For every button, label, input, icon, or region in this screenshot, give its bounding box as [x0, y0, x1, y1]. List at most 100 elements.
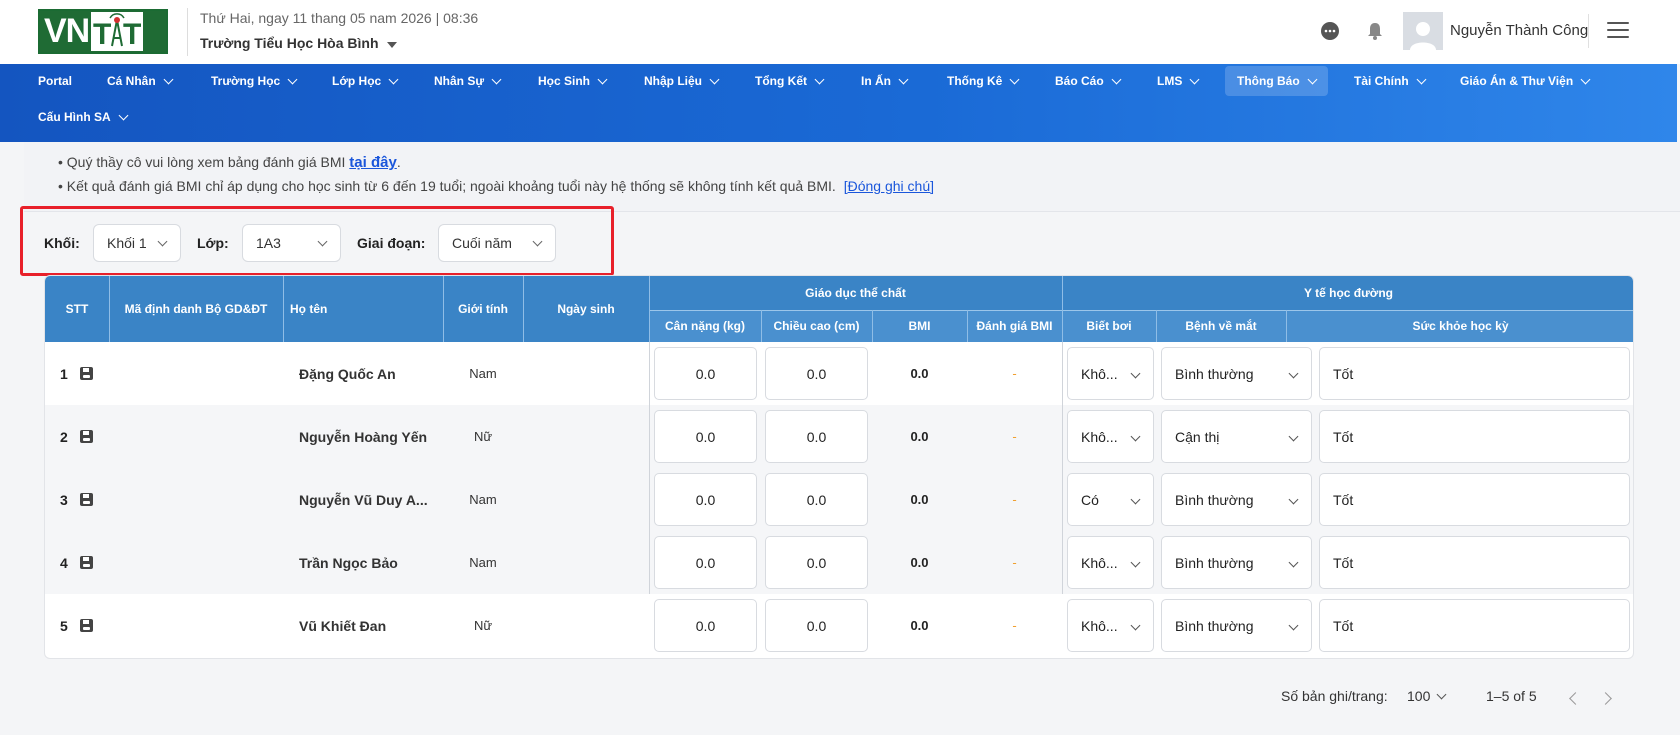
student-name: Vũ Khiết Đan — [299, 617, 387, 634]
close-notes-link[interactable]: [Đóng ghi chú] — [844, 178, 934, 194]
nav-portal[interactable]: Portal — [26, 66, 84, 96]
save-icon[interactable] — [79, 430, 93, 443]
swim-select[interactable]: Khô... — [1067, 347, 1154, 400]
nav-tai-chinh[interactable]: Tài Chính — [1342, 66, 1437, 96]
row-stt: 5 — [60, 594, 93, 657]
nav-thong-bao[interactable]: Thông Báo — [1225, 66, 1328, 96]
student-gender: Nam — [469, 492, 497, 507]
eye-select[interactable]: Bình thường — [1161, 473, 1312, 526]
chevron-down-icon — [1111, 74, 1122, 84]
weight-input[interactable]: 0.0 — [654, 536, 757, 589]
period-select[interactable]: Cuối năm — [438, 224, 556, 262]
eye-select[interactable]: Cận thị — [1161, 410, 1312, 463]
eye-value: Bình thường — [1175, 365, 1254, 382]
height-input[interactable]: 0.0 — [765, 536, 868, 589]
term-health-input[interactable]: Tốt — [1319, 599, 1630, 652]
hamburger-menu-icon[interactable] — [1607, 22, 1629, 40]
swim-select[interactable]: Khô... — [1067, 410, 1154, 463]
school-selector[interactable]: Trường Tiểu Học Hòa Bình — [200, 35, 397, 51]
swim-select[interactable]: Có — [1067, 473, 1154, 526]
row-stt: 2 — [60, 405, 93, 468]
term-health-input[interactable]: Tốt — [1319, 473, 1630, 526]
chevron-down-icon — [1416, 74, 1427, 84]
save-icon[interactable] — [79, 367, 93, 380]
student-gender: Nữ — [473, 429, 493, 444]
pager-per-page-select[interactable]: 100 — [1407, 688, 1447, 704]
bmi-value: 0.0 — [910, 555, 929, 570]
nav-hoc-sinh[interactable]: Học Sinh — [526, 66, 618, 96]
weight-input[interactable]: 0.0 — [654, 410, 757, 463]
nav-cau-hinh-sa[interactable]: Cấu Hình SA — [26, 102, 139, 132]
chevron-down-icon — [1288, 368, 1299, 379]
save-icon[interactable] — [79, 556, 93, 569]
class-label: Lớp: — [197, 235, 229, 251]
bmi-eval-value: - — [1012, 429, 1017, 444]
user-avatar-icon[interactable] — [1403, 12, 1443, 50]
bmi-notes: • Quý thầy cô vui lòng xem bảng đánh giá… — [24, 142, 1680, 212]
nav-nhan-su[interactable]: Nhân Sự — [422, 66, 512, 96]
bell-icon[interactable] — [1365, 21, 1385, 41]
eye-select[interactable]: Bình thường — [1161, 536, 1312, 589]
term-health-input[interactable]: Tốt — [1319, 410, 1630, 463]
table-row: 2 Nguyễn Hoàng Yến Nữ 0.0 0.0 0.0 - Khô.… — [45, 405, 1633, 468]
nav-thong-ke[interactable]: Thống Kê — [935, 66, 1030, 96]
header-divider-v — [872, 310, 873, 342]
note-text: • Kết quả đánh giá BMI chỉ áp dụng cho h… — [58, 178, 836, 194]
nav-label: In Ấn — [861, 74, 891, 88]
student-name: Đặng Quốc An — [299, 365, 396, 382]
chevron-down-icon — [1130, 620, 1141, 631]
column-separator — [1062, 531, 1063, 594]
column-separator — [649, 468, 650, 531]
chevron-down-icon — [1288, 557, 1299, 568]
nav-giao-an[interactable]: Giáo Án & Thư Viện — [1448, 66, 1601, 96]
nav-label: Báo Cáo — [1055, 74, 1104, 88]
next-page-icon[interactable] — [1599, 692, 1612, 705]
nav-bao-cao[interactable]: Báo Cáo — [1043, 66, 1132, 96]
vnti-logo[interactable]: VN T T — [38, 9, 168, 54]
nav-lop-hoc[interactable]: Lớp Học — [320, 66, 409, 96]
save-icon[interactable] — [79, 493, 93, 506]
save-icon[interactable] — [79, 619, 93, 632]
note-text: • Quý thầy cô vui lòng xem bảng đánh giá… — [58, 154, 350, 170]
chat-icon[interactable] — [1320, 21, 1340, 41]
swim-value: Có — [1081, 491, 1099, 508]
nav-ca-nhan[interactable]: Cá Nhân — [95, 66, 184, 96]
height-input[interactable]: 0.0 — [765, 473, 868, 526]
column-separator — [1062, 405, 1063, 468]
user-name[interactable]: Nguyễn Thành Công — [1450, 22, 1588, 39]
stt-value: 4 — [60, 554, 68, 571]
stt-value: 3 — [60, 491, 68, 508]
nav-tong-ket[interactable]: Tổng Kết — [743, 66, 835, 96]
header-divider-h — [649, 310, 1633, 311]
chevron-down-icon — [388, 74, 399, 84]
swim-select[interactable]: Khô... — [1067, 599, 1154, 652]
bmi-table-link[interactable]: tại đây — [349, 154, 397, 171]
chevron-down-icon — [1130, 368, 1141, 379]
height-input[interactable]: 0.0 — [765, 410, 868, 463]
eye-select[interactable]: Bình thường — [1161, 347, 1312, 400]
height-input[interactable]: 0.0 — [765, 347, 868, 400]
group-school-health: Y tế học đường — [1062, 276, 1633, 310]
height-input[interactable]: 0.0 — [765, 599, 868, 652]
nav-nhap-lieu[interactable]: Nhập Liệu — [632, 66, 730, 96]
note-text: . — [396, 154, 401, 170]
swim-select[interactable]: Khô... — [1067, 536, 1154, 589]
nav-truong-hoc[interactable]: Trường Học — [199, 66, 308, 96]
nav-lms[interactable]: LMS — [1145, 66, 1210, 96]
eye-select[interactable]: Bình thường — [1161, 599, 1312, 652]
grade-select[interactable]: Khối 1 — [93, 224, 181, 262]
prev-page-icon[interactable] — [1569, 692, 1582, 705]
class-select[interactable]: 1A3 — [242, 224, 341, 262]
chevron-down-icon — [709, 74, 720, 84]
term-health-input[interactable]: Tốt — [1319, 536, 1630, 589]
weight-input[interactable]: 0.0 — [654, 473, 757, 526]
swim-value: Khô... — [1081, 428, 1118, 445]
nav-in-an[interactable]: In Ấn — [849, 66, 919, 96]
weight-input[interactable]: 0.0 — [654, 347, 757, 400]
nav-label: Nhập Liệu — [644, 74, 703, 88]
current-date: Thứ Hai, ngay 11 thang 05 nam 2026 | 08:… — [200, 10, 479, 26]
weight-input[interactable]: 0.0 — [654, 599, 757, 652]
term-health-input[interactable]: Tốt — [1319, 347, 1630, 400]
note-line-2: • Kết quả đánh giá BMI chỉ áp dụng cho h… — [58, 178, 934, 194]
col-height: Chiều cao (cm) — [761, 310, 872, 342]
